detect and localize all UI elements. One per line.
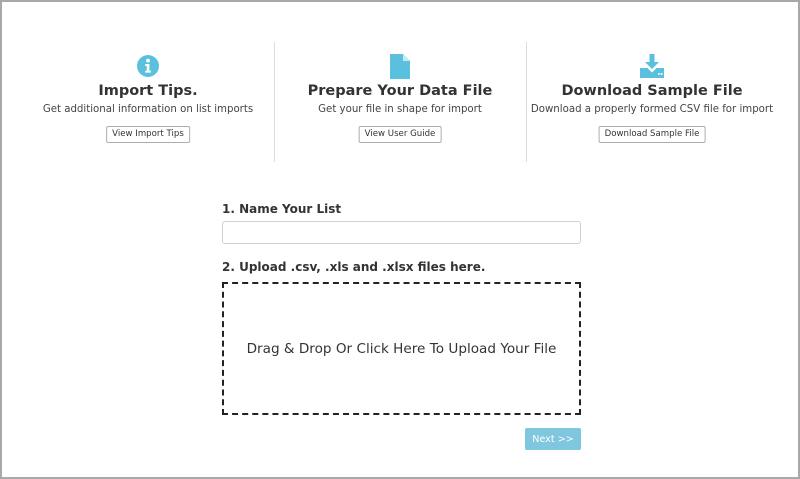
view-import-tips-button[interactable]: View Import Tips	[106, 126, 190, 143]
name-list-label: 1. Name Your List	[222, 202, 342, 216]
list-name-input[interactable]	[222, 221, 581, 244]
upload-label: 2. Upload .csv, .xls and .xlsx files her…	[222, 260, 486, 274]
card-title: Prepare Your Data File	[307, 83, 493, 99]
dropzone-text: Drag & Drop Or Click Here To Upload Your…	[246, 340, 557, 357]
next-button[interactable]: Next >>	[525, 428, 581, 450]
download-sample-file-card: Download Sample File Download a properly…	[526, 42, 778, 162]
view-user-guide-button[interactable]: View User Guide	[358, 126, 442, 143]
file-dropzone[interactable]: Drag & Drop Or Click Here To Upload Your…	[222, 282, 581, 415]
card-title: Download Sample File	[561, 83, 743, 99]
import-tips-card: Import Tips. Get additional information …	[22, 42, 274, 162]
download-icon	[526, 54, 778, 78]
card-subtitle: Get your file in shape for import	[318, 104, 482, 115]
card-title: Import Tips.	[98, 83, 198, 99]
prepare-data-file-card: Prepare Your Data File Get your file in …	[274, 42, 526, 162]
download-sample-file-button[interactable]: Download Sample File	[598, 126, 706, 143]
info-cards: Import Tips. Get additional information …	[22, 42, 778, 162]
info-circle-icon	[22, 54, 274, 78]
file-icon	[274, 54, 526, 79]
card-subtitle: Download a properly formed CSV file for …	[530, 104, 774, 115]
card-subtitle: Get additional information on list impor…	[42, 104, 254, 115]
import-page: Import Tips. Get additional information …	[0, 0, 800, 479]
